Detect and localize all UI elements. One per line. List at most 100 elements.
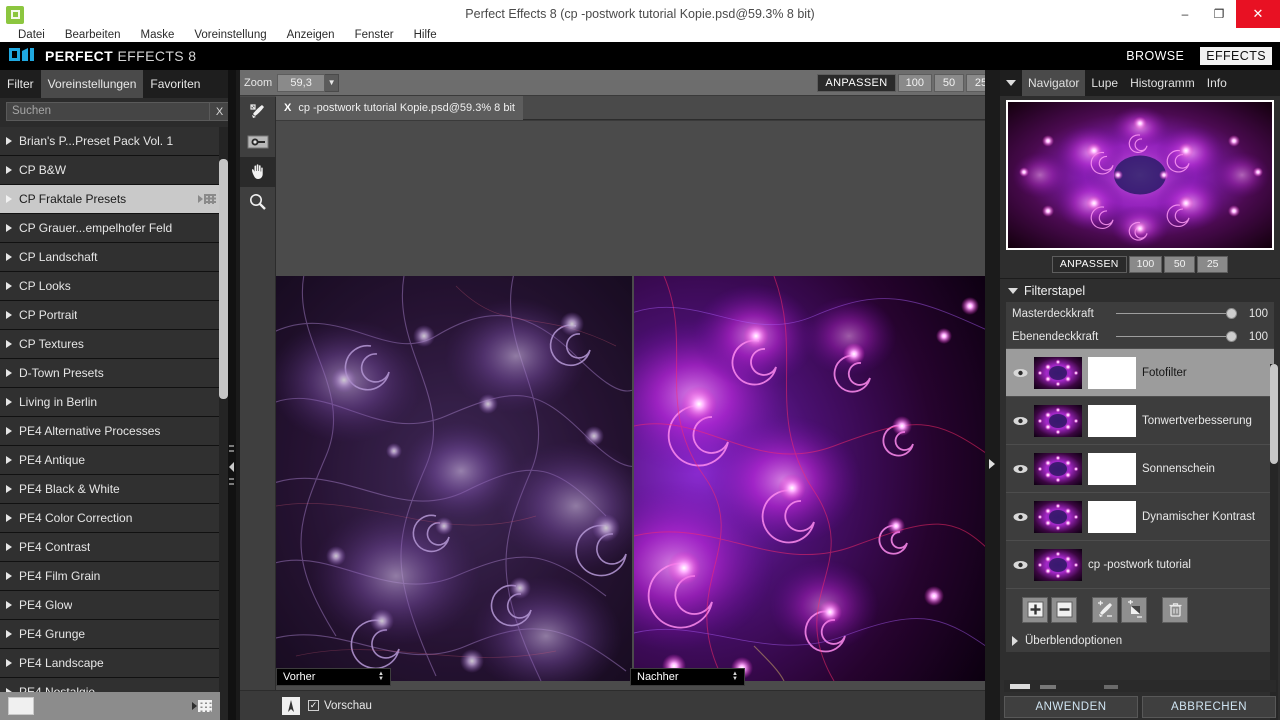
preset-list-scrollbar[interactable] <box>219 127 228 720</box>
chevron-down-icon[interactable]: ▼ <box>325 73 340 92</box>
compare-view-icon[interactable] <box>282 696 300 715</box>
layer-thumbnail[interactable] <box>1034 404 1082 437</box>
chevron-right-icon[interactable] <box>6 659 12 667</box>
chevron-right-icon[interactable] <box>6 311 12 319</box>
layer-mask-thumbnail[interactable] <box>1088 452 1136 485</box>
tab-favoriten[interactable]: Favoriten <box>143 70 208 98</box>
preset-item[interactable]: PE4 Grunge <box>0 620 220 649</box>
chevron-right-icon[interactable] <box>6 601 12 609</box>
scrollbar-thumb[interactable] <box>1270 364 1278 464</box>
right-panel-collapse-handle[interactable] <box>985 70 1000 720</box>
after-view-select[interactable]: Nachher ▲ ▼ <box>630 668 745 686</box>
delete-layer-button[interactable] <box>1162 596 1188 623</box>
menu-maske[interactable]: Maske <box>130 28 184 42</box>
preset-item[interactable]: CP Portrait <box>0 301 220 330</box>
preview-checkbox[interactable]: ✓ Vorschau <box>308 700 372 712</box>
preset-item[interactable]: PE4 Color Correction <box>0 504 220 533</box>
chevron-down-icon[interactable] <box>1008 287 1018 294</box>
nav-50-button[interactable]: 50 <box>1164 255 1196 273</box>
eye-icon[interactable] <box>1012 462 1028 476</box>
filterstack-header[interactable]: Filterstapel <box>1000 278 1280 302</box>
tab-voreinstellungen[interactable]: Voreinstellungen <box>40 70 144 98</box>
layer-list[interactable]: Fotofilter Tonwertverbesserung Sonnenschei… <box>1006 348 1274 588</box>
eye-icon[interactable] <box>1012 366 1028 380</box>
menu-fenster[interactable]: Fenster <box>345 28 404 42</box>
left-panel-collapse-handle[interactable] <box>228 70 236 720</box>
tab-navigator[interactable]: Navigator <box>1022 70 1086 96</box>
menu-hilfe[interactable]: Hilfe <box>404 28 447 42</box>
chevron-right-icon[interactable] <box>6 253 12 261</box>
zoom-fit-button[interactable]: ANPASSEN <box>817 73 896 92</box>
layer-row[interactable]: cp -postwork tutorial <box>1006 540 1274 588</box>
layer-row[interactable]: Sonnenschein <box>1006 444 1274 492</box>
nav-100-button[interactable]: 100 <box>1128 255 1163 273</box>
preset-item[interactable]: Brian's P...Preset Pack Vol. 1 <box>0 127 220 156</box>
chevron-right-icon[interactable] <box>6 398 12 406</box>
chevron-down-icon[interactable] <box>1006 80 1016 86</box>
tab-lupe[interactable]: Lupe <box>1085 70 1124 96</box>
image-canvas[interactable] <box>276 121 1000 720</box>
menu-datei[interactable]: Datei <box>8 28 55 42</box>
chevron-right-icon[interactable] <box>6 340 12 348</box>
zoom-100-button[interactable]: 100 <box>897 73 932 92</box>
chevron-right-icon[interactable] <box>1012 636 1018 646</box>
layer-opacity-slider[interactable]: Ebenendeckkraft 100 <box>1006 325 1274 348</box>
add-layer-button[interactable] <box>1022 596 1048 623</box>
chevron-right-icon[interactable] <box>6 427 12 435</box>
preset-item[interactable]: PE4 Alternative Processes <box>0 417 220 446</box>
layer-row[interactable]: Dynamischer Kontrast <box>1006 492 1274 540</box>
layer-row[interactable]: Fotofilter <box>1006 348 1274 396</box>
preset-item[interactable]: D-Town Presets <box>0 359 220 388</box>
tab-filter[interactable]: Filter <box>0 70 41 98</box>
before-view-select[interactable]: Vorher ▲ ▼ <box>276 668 391 686</box>
document-tab[interactable]: X cp -postwork tutorial Kopie.psd@59.3% … <box>276 96 523 120</box>
nav-25-button[interactable]: 25 <box>1197 255 1229 273</box>
slider-knob[interactable] <box>1226 331 1237 342</box>
chevron-right-icon[interactable] <box>6 282 12 290</box>
preset-item[interactable]: CP Fraktale Presets <box>0 185 220 214</box>
preset-item[interactable]: CP B&W <box>0 156 220 185</box>
browse-button[interactable]: BROWSE <box>1120 47 1190 65</box>
preset-item[interactable]: PE4 Glow <box>0 591 220 620</box>
layer-mask-thumbnail[interactable] <box>1088 500 1136 533</box>
search-input[interactable]: Suchen <box>6 102 210 121</box>
close-icon[interactable]: X <box>284 102 291 114</box>
preset-list[interactable]: Brian's P...Preset Pack Vol. 1 CP B&W CP F… <box>0 127 220 720</box>
layer-thumbnail[interactable] <box>1034 356 1082 389</box>
checkbox-icon[interactable]: ✓ <box>308 700 319 711</box>
chevron-right-icon[interactable] <box>6 456 12 464</box>
filterstack-scrollbar[interactable] <box>1270 364 1278 720</box>
hand-tool[interactable] <box>240 157 276 187</box>
maximize-button[interactable]: ❐ <box>1202 0 1236 28</box>
layer-thumbnail[interactable] <box>1034 548 1082 581</box>
search-clear-button[interactable]: X <box>210 102 230 121</box>
preset-item[interactable]: PE4 Black & White <box>0 475 220 504</box>
chevron-right-icon[interactable] <box>6 514 12 522</box>
menu-anzeigen[interactable]: Anzeigen <box>277 28 345 42</box>
menu-voreinstellung[interactable]: Voreinstellung <box>184 28 276 42</box>
preset-item[interactable]: CP Grauer...empelhofer Feld <box>0 214 220 243</box>
preset-item[interactable]: PE4 Antique <box>0 446 220 475</box>
apply-button[interactable]: ANWENDEN <box>1004 696 1138 718</box>
preset-item[interactable]: CP Looks <box>0 272 220 301</box>
layer-thumbnail[interactable] <box>1034 452 1082 485</box>
navigator-preview[interactable] <box>1006 100 1274 250</box>
effects-button[interactable]: EFFECTS <box>1200 47 1272 65</box>
preset-item[interactable]: CP Landschaft <box>0 243 220 272</box>
chevron-right-icon[interactable] <box>6 572 12 580</box>
zoom-tool[interactable] <box>240 187 276 217</box>
blend-options-row[interactable]: Überblendoptionen <box>1006 630 1274 652</box>
brush-tool[interactable] <box>240 97 276 127</box>
grid-view-toggle-icon[interactable] <box>192 700 212 712</box>
eye-icon[interactable] <box>1012 510 1028 524</box>
chevron-up-down-icon[interactable]: ▲ ▼ <box>378 671 384 682</box>
slider-track[interactable] <box>1116 308 1237 319</box>
layer-row[interactable]: Tonwertverbesserung <box>1006 396 1274 444</box>
zoom-50-button[interactable]: 50 <box>934 73 964 92</box>
remove-layer-button[interactable] <box>1051 596 1077 623</box>
preset-item[interactable]: PE4 Contrast <box>0 533 220 562</box>
zoom-input[interactable]: 59,3 <box>277 73 326 92</box>
chevron-right-icon[interactable] <box>6 195 12 203</box>
tab-info[interactable]: Info <box>1201 70 1233 96</box>
preset-item[interactable]: Living in Berlin <box>0 388 220 417</box>
